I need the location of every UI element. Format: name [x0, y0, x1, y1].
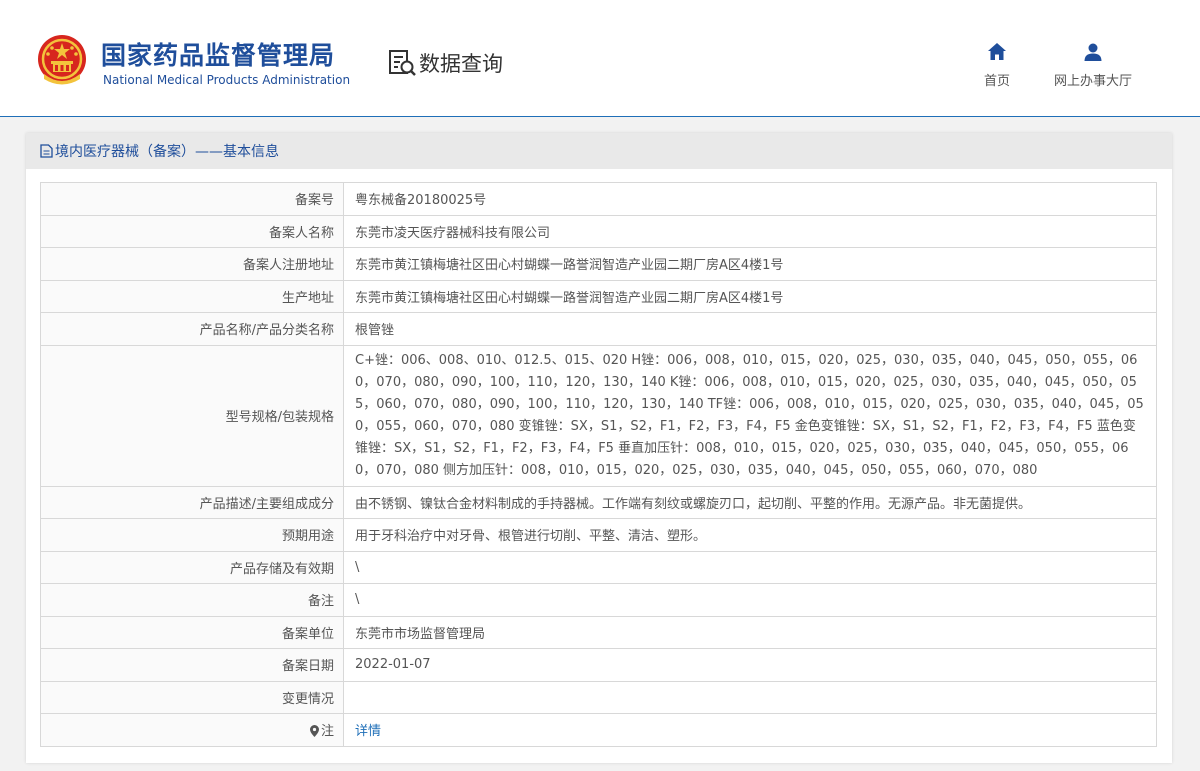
field-label: 产品名称/产品分类名称 — [40, 312, 344, 346]
card-header: 境内医疗器械（备案）——基本信息 — [26, 133, 1172, 169]
home-icon — [988, 43, 1006, 60]
field-label: 备案单位 — [40, 615, 344, 649]
table-row: 备案日期 2022-01-07 — [40, 648, 1157, 682]
field-value: 用于牙科治疗中对牙骨、根管进行切削、平整、清洁、塑形。 — [343, 518, 1157, 552]
table-row: 产品名称/产品分类名称 根管锉 — [40, 312, 1157, 346]
site-header: 国家药品监督管理局 National Medical Products Admi… — [0, 0, 1200, 117]
table-row: 备案号 粤东械备20180025号 — [40, 182, 1157, 216]
table-row: 变更情况 — [40, 680, 1157, 714]
field-value: 东莞市凌天医疗器械科技有限公司 — [343, 214, 1157, 248]
table-row: 型号规格/包装规格 C+锉：006、008、010、012.5、015、020 … — [40, 344, 1157, 487]
note-label-text: 注 — [320, 724, 334, 740]
field-label: 备案号 — [40, 182, 344, 216]
site-title-cn: 国家药品监督管理局 — [101, 41, 336, 70]
table-row: 产品描述/主要组成成分 由不锈钢、镍钛合金材料制成的手持器械。工作端有刻纹或螺旋… — [40, 485, 1157, 519]
table-row: 生产地址 东莞市黄江镇梅塘社区田心村蝴蝶一路誉润智造产业园二期厂房A区4楼1号 — [40, 279, 1157, 313]
document-icon — [40, 144, 53, 158]
field-label: 备注 — [40, 583, 344, 617]
table-row: 备案单位 东莞市市场监督管理局 — [40, 615, 1157, 649]
user-icon — [1084, 43, 1102, 61]
field-label: 产品存储及有效期 — [40, 550, 344, 584]
nav-online-service-hall[interactable]: 网上办事大厅 — [1044, 42, 1142, 89]
record-info-card: 境内医疗器械（备案）——基本信息 备案号 粤东械备20180025号 备案人名称… — [26, 133, 1172, 763]
field-value: 粤东械备20180025号 — [343, 182, 1157, 216]
field-value: \ — [343, 583, 1157, 617]
field-value: 2022-01-07 — [343, 648, 1157, 682]
field-label-note: 注 — [40, 713, 344, 747]
details-link[interactable]: 详情 — [355, 724, 381, 739]
field-value: 由不锈钢、镍钛合金材料制成的手持器械。工作端有刻纹或螺旋刃口，起切削、平整的作用… — [343, 485, 1157, 519]
search-document-icon — [389, 50, 416, 76]
nav-home-label: 首页 — [983, 74, 1010, 89]
nav-online-service-hall-label: 网上办事大厅 — [1053, 74, 1132, 89]
field-label: 备案人注册地址 — [40, 247, 344, 281]
table-row: 预期用途 用于牙科治疗中对牙骨、根管进行切削、平整、清洁、塑形。 — [40, 518, 1157, 552]
field-value: \ — [343, 550, 1157, 584]
field-label: 变更情况 — [40, 680, 344, 714]
field-value: 东莞市黄江镇梅塘社区田心村蝴蝶一路誉润智造产业园二期厂房A区4楼1号 — [343, 247, 1157, 281]
field-value: 根管锉 — [343, 312, 1157, 346]
field-label: 生产地址 — [40, 279, 344, 313]
table-row: 备案人注册地址 东莞市黄江镇梅塘社区田心村蝴蝶一路誉润智造产业园二期厂房A区4楼… — [40, 247, 1157, 281]
field-value: 详情 — [343, 713, 1157, 747]
site-title-en: National Medical Products Administration — [103, 73, 351, 87]
field-value: C+锉：006、008、010、012.5、015、020 H锉：006，008… — [343, 344, 1157, 487]
data-query-title: 数据查询 — [387, 47, 503, 79]
national-emblem-icon — [38, 35, 86, 85]
field-label: 备案人名称 — [40, 214, 344, 248]
table-row: 注 详情 — [40, 713, 1157, 747]
table-row: 备案人名称 东莞市凌天医疗器械科技有限公司 — [40, 214, 1157, 248]
field-value: 东莞市黄江镇梅塘社区田心村蝴蝶一路誉润智造产业园二期厂房A区4楼1号 — [343, 279, 1157, 313]
data-query-label: 数据查询 — [419, 52, 503, 76]
field-label: 产品描述/主要组成成分 — [40, 485, 344, 519]
table-row: 备注 \ — [40, 583, 1157, 617]
record-detail-table: 备案号 粤东械备20180025号 备案人名称 东莞市凌天医疗器械科技有限公司 … — [40, 182, 1157, 747]
location-pin-icon — [309, 725, 319, 738]
table-row: 产品存储及有效期 \ — [40, 550, 1157, 584]
card-title: 境内医疗器械（备案）——基本信息 — [55, 144, 279, 160]
field-label: 备案日期 — [40, 648, 344, 682]
field-label: 型号规格/包装规格 — [40, 344, 344, 487]
field-label: 预期用途 — [40, 518, 344, 552]
nav-home[interactable]: 首页 — [977, 42, 1017, 89]
field-value — [343, 680, 1157, 714]
field-value: 东莞市市场监督管理局 — [343, 615, 1157, 649]
